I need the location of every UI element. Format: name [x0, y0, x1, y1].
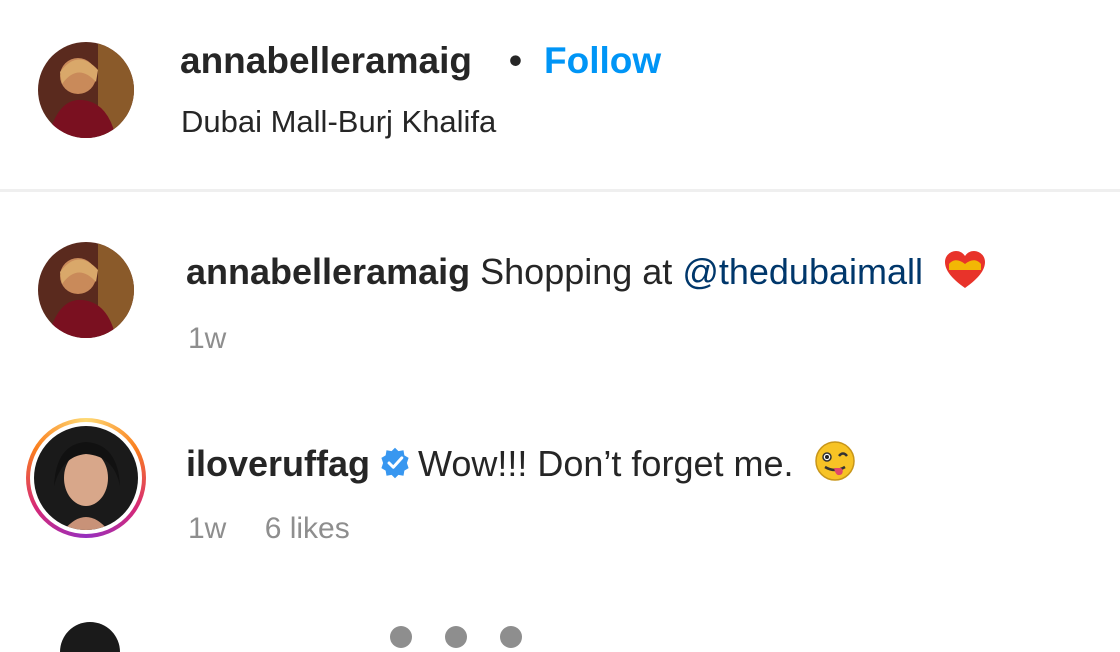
story-ring[interactable]	[26, 418, 146, 538]
commenter-username[interactable]: iloveruffag	[186, 443, 370, 484]
partial-avatar	[60, 622, 120, 652]
next-comment-partial	[60, 622, 1060, 652]
caption-body: Shopping at	[480, 251, 683, 292]
partial-dot	[445, 626, 467, 648]
caption-meta: 1w	[188, 322, 256, 356]
comment-meta: 1w 6 likes	[188, 512, 380, 546]
partial-dot	[390, 626, 412, 648]
author-avatar[interactable]	[38, 42, 134, 138]
heart-emoji-icon	[943, 250, 987, 299]
comment-body: Wow!!! Don’t forget me.	[418, 443, 794, 484]
caption-text: annabelleramaig Shopping at @thedubaimal…	[186, 250, 987, 299]
author-username[interactable]: annabelleramaig	[180, 40, 472, 82]
caption-avatar[interactable]	[38, 242, 134, 338]
comment-text: iloveruffag Wow!!! Don’t forget me.	[186, 440, 856, 491]
post-header: annabelleramaig • Follow Dubai Mall-Burj…	[0, 0, 1120, 192]
comment-likes[interactable]: 6 likes	[265, 512, 350, 545]
verified-badge-icon	[378, 446, 412, 489]
commenter-avatar[interactable]	[34, 426, 138, 530]
separator-dot: •	[509, 40, 522, 81]
mention-link[interactable]: @thedubaimall	[682, 251, 923, 292]
winking-tongue-emoji-icon	[814, 440, 856, 491]
partial-dot	[500, 626, 522, 648]
caption-username[interactable]: annabelleramaig	[186, 251, 470, 292]
caption-time[interactable]: 1w	[188, 322, 226, 355]
follow-button[interactable]: Follow	[544, 40, 661, 82]
comment-time[interactable]: 1w	[188, 512, 226, 545]
post-location[interactable]: Dubai Mall-Burj Khalifa	[181, 104, 496, 140]
